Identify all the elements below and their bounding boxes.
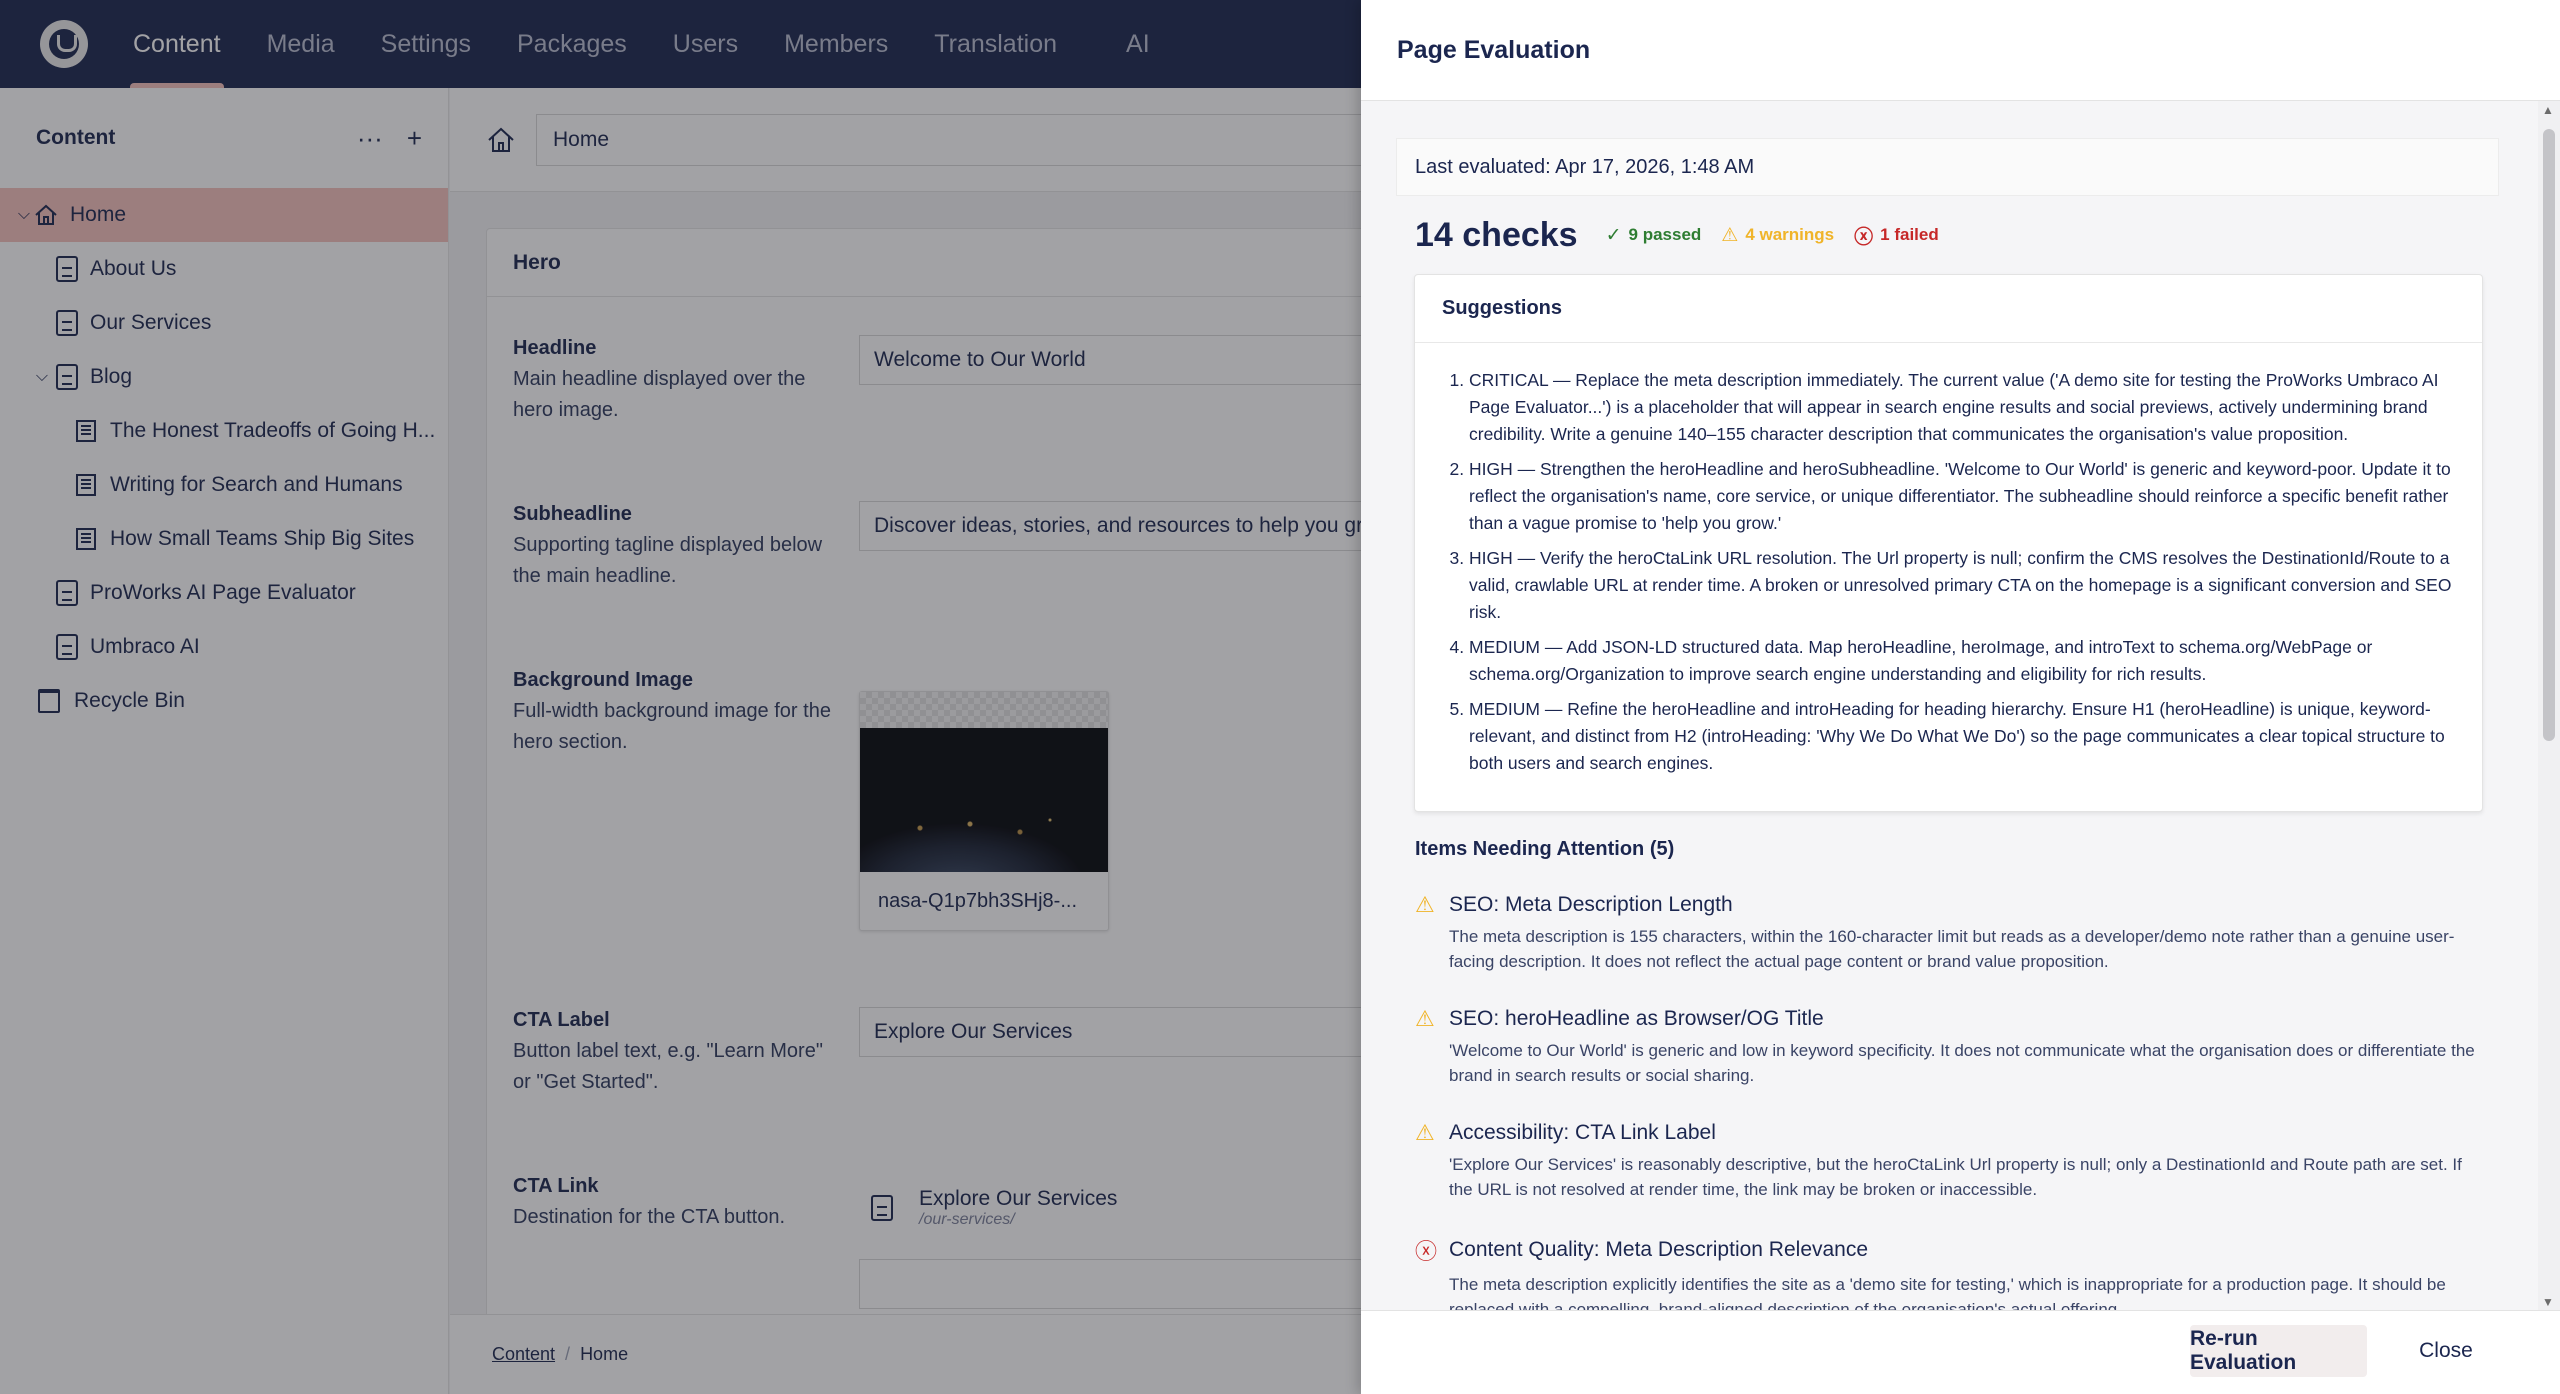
scroll-up-arrow-icon[interactable]: ▲ [2542,103,2554,117]
scrollbar-thumb[interactable] [2543,129,2555,741]
modal-backdrop[interactable] [0,0,1361,1394]
panel-footer: Re-run Evaluation Close [1361,1310,2560,1394]
warning-icon: ⚠ [1415,892,1435,917]
passed-badge: ✓ 9 passed [1606,224,1702,247]
suggestion-item: MEDIUM — Add JSON-LD structured data. Ma… [1469,634,2458,688]
failed-count: 1 failed [1880,225,1939,244]
attention-item: ⚠ SEO: Meta Description Length The meta … [1415,892,2485,974]
panel-scrollbar[interactable]: ▲ ▼ [2538,101,2560,1311]
suggestions-card: Suggestions CRITICAL — Replace the meta … [1414,274,2483,812]
passed-count: 9 passed [1628,225,1702,244]
attention-item: ⚠ Accessibility: CTA Link Label 'Explore… [1415,1120,2485,1202]
suggestion-item: CRITICAL — Replace the meta description … [1469,367,2458,448]
last-evaluated: Last evaluated: Apr 17, 2026, 1:48 AM [1396,138,2499,196]
warning-icon: ⚠ [1415,1120,1435,1145]
attention-item-description: The meta description explicitly identifi… [1449,1275,2446,1310]
checks-count: 14 checks [1415,215,1578,254]
attention-item-description: 'Welcome to Our World' is generic and lo… [1449,1041,2475,1085]
warnings-count: 4 warnings [1745,225,1835,244]
checks-summary: 14 checks ✓ 9 passed ⚠ 4 warnings ⓧ 1 fa… [1415,210,1959,260]
close-button[interactable]: Close [2401,1325,2491,1377]
error-circle-icon: ⓧ [1854,226,1874,248]
suggestion-item: HIGH — Verify the heroCtaLink URL resolu… [1469,545,2458,626]
page-evaluation-panel: Page Evaluation Last evaluated: Apr 17, … [1361,0,2560,1394]
warnings-badge: ⚠ 4 warnings [1721,224,1834,247]
attention-item-description: The meta description is 155 characters, … [1449,927,2455,971]
attention-item-title: SEO: heroHeadline as Browser/OG Title [1449,1007,1824,1030]
error-circle-icon: ⓧ [1415,1239,1438,1264]
check-icon: ✓ [1605,224,1622,246]
warning-icon: ⚠ [1415,1006,1435,1031]
suggestion-item: HIGH — Strengthen the heroHeadline and h… [1469,456,2458,537]
scroll-down-arrow-icon[interactable]: ▼ [2542,1295,2554,1309]
attention-title: Items Needing Attention (5) [1415,838,1675,860]
attention-item-description: 'Explore Our Services' is reasonably des… [1449,1155,2462,1199]
rerun-evaluation-button[interactable]: Re-run Evaluation [2190,1325,2367,1377]
attention-item-title: Accessibility: CTA Link Label [1449,1121,1716,1144]
suggestions-list: CRITICAL — Replace the meta description … [1415,343,2482,777]
attention-item: ⓧ Content Quality: Meta Description Rele… [1415,1234,2485,1310]
suggestion-item: MEDIUM — Refine the heroHeadline and int… [1469,696,2458,777]
panel-title: Page Evaluation [1361,0,2560,101]
warning-icon: ⚠ [1721,224,1739,246]
attention-item-title: SEO: Meta Description Length [1449,893,1733,916]
attention-item: ⚠ SEO: heroHeadline as Browser/OG Title … [1415,1006,2485,1088]
suggestions-title: Suggestions [1415,275,2482,343]
failed-badge: ⓧ 1 failed [1854,222,1939,249]
panel-body: Last evaluated: Apr 17, 2026, 1:48 AM 14… [1361,102,2560,1310]
attention-item-title: Content Quality: Meta Description Releva… [1449,1238,1869,1261]
